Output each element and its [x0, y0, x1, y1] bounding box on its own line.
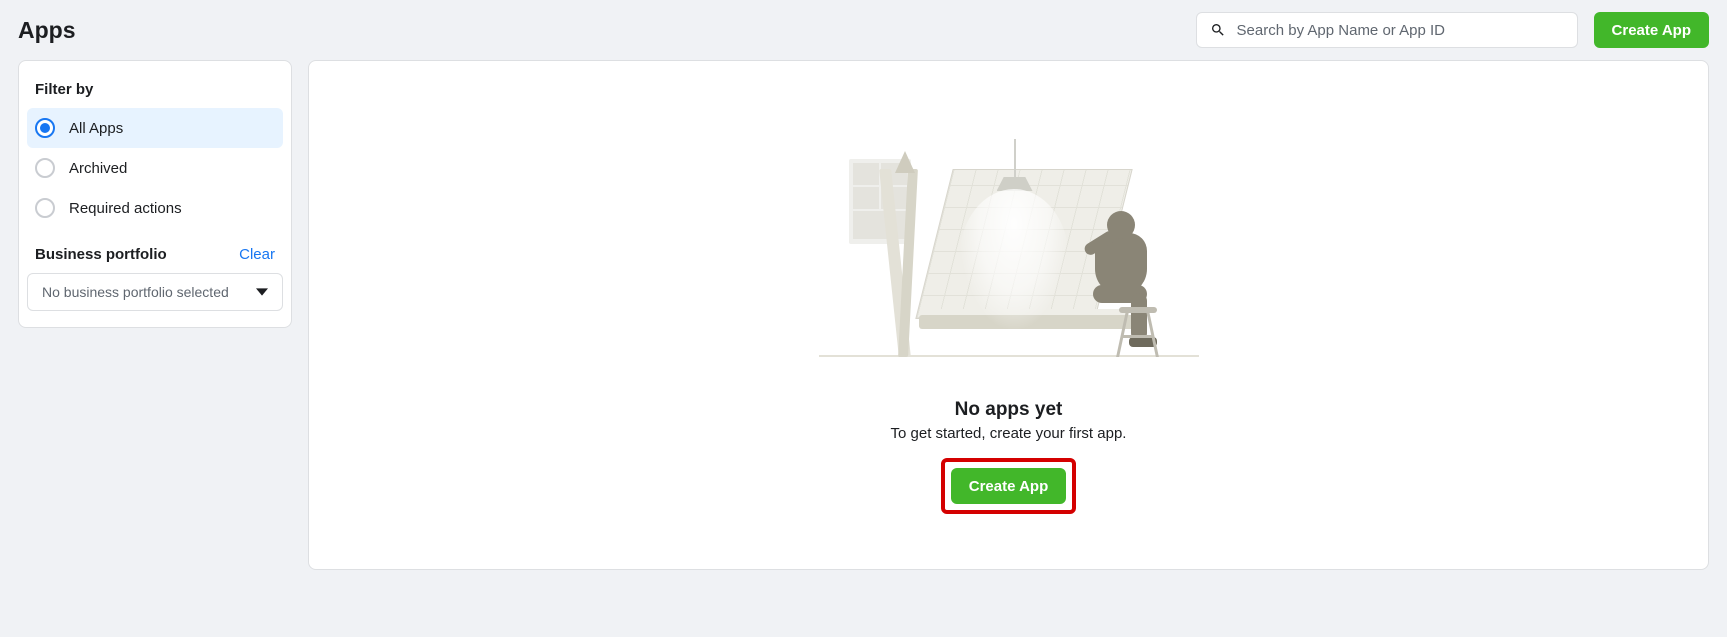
page-header: Apps Create App — [0, 0, 1727, 60]
filter-all-apps[interactable]: All Apps — [27, 108, 283, 148]
radio-icon — [35, 118, 55, 138]
filter-label: Archived — [69, 160, 127, 177]
filter-archived[interactable]: Archived — [27, 148, 283, 188]
filter-sidebar: Filter by All Apps Archived Required act… — [18, 60, 292, 328]
header-actions: Create App — [1196, 12, 1709, 48]
search-input[interactable] — [1196, 12, 1578, 48]
caret-down-icon — [256, 286, 268, 298]
create-app-button[interactable]: Create App — [1594, 12, 1709, 48]
portfolio-title: Business portfolio — [35, 246, 167, 263]
main-panel: No apps yet To get started, create your … — [308, 60, 1709, 570]
empty-state-title: No apps yet — [955, 399, 1063, 421]
radio-icon — [35, 198, 55, 218]
content-layout: Filter by All Apps Archived Required act… — [0, 60, 1727, 588]
tutorial-highlight: Create App — [941, 458, 1076, 514]
search-icon — [1210, 22, 1226, 38]
empty-state-subtitle: To get started, create your first app. — [891, 425, 1127, 442]
filter-by-label: Filter by — [27, 77, 283, 108]
clear-portfolio-link[interactable]: Clear — [239, 246, 275, 263]
create-app-button-main[interactable]: Create App — [951, 468, 1066, 504]
filter-label: All Apps — [69, 120, 123, 137]
portfolio-selected-value: No business portfolio selected — [42, 284, 229, 300]
portfolio-header: Business portfolio Clear — [27, 228, 283, 273]
filter-required-actions[interactable]: Required actions — [27, 188, 283, 228]
empty-state-illustration — [819, 139, 1199, 369]
filter-label: Required actions — [69, 200, 182, 217]
page-title: Apps — [18, 17, 76, 44]
search-field[interactable] — [1196, 12, 1578, 48]
radio-icon — [35, 158, 55, 178]
portfolio-select[interactable]: No business portfolio selected — [27, 273, 283, 311]
